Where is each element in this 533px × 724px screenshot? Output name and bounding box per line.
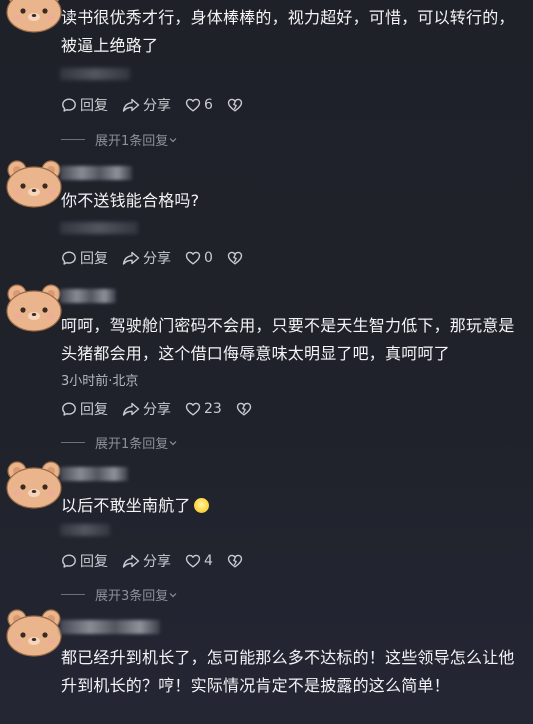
reply-button[interactable]: 回复 — [61, 551, 108, 571]
divider-line — [61, 442, 85, 443]
chevron-down-icon — [168, 438, 178, 448]
expand-replies-label: 展开1条回复 — [95, 134, 169, 149]
grinning-emoji-icon — [193, 498, 209, 513]
comment-actions: 回复 分享 23 — [61, 399, 269, 419]
share-label: 分享 — [143, 98, 171, 114]
dislike-button[interactable] — [227, 250, 246, 266]
divider-line — [61, 139, 85, 140]
comment-actions: 回复 分享 4 — [61, 551, 260, 571]
username-blurred[interactable] — [60, 467, 128, 481]
comment-actions: 回复 分享 6 — [61, 95, 260, 115]
expand-replies-label: 展开3条回复 — [95, 589, 169, 604]
share-label: 分享 — [143, 554, 171, 570]
reply-bubble-icon — [61, 553, 77, 569]
bear-avatar-icon[interactable] — [4, 281, 64, 333]
bear-avatar-icon[interactable] — [4, 0, 64, 34]
share-button[interactable]: 分享 — [122, 399, 171, 419]
heart-icon — [185, 553, 201, 569]
expand-replies-button[interactable]: 展开3条回复 — [61, 585, 178, 604]
username-blurred[interactable] — [60, 620, 160, 634]
share-arrow-icon — [122, 553, 140, 569]
dislike-heart-icon — [227, 553, 243, 569]
expand-replies-button[interactable]: 展开1条回复 — [61, 433, 178, 452]
reply-label: 回复 — [80, 251, 108, 267]
like-button[interactable]: 0 — [185, 250, 213, 266]
comment-text: 呵呵，驾驶舱门密码不会用，只要不是天生智力低下，那玩意是头猪都会用，这个借口侮辱… — [61, 316, 515, 363]
reply-label: 回复 — [80, 554, 108, 570]
comment-text: 都已经升到机长了，怎可能那么多不达标的！这些领导怎么让他升到机长的？哼！实际情况… — [61, 648, 515, 695]
comment-text: 以后不敢坐南航了 — [61, 492, 521, 520]
heart-icon — [185, 401, 201, 417]
comment-text-content: 以后不敢坐南航了 — [61, 496, 191, 515]
reply-bubble-icon — [61, 401, 77, 417]
share-arrow-icon — [122, 250, 140, 266]
reply-bubble-icon — [61, 250, 77, 266]
dislike-heart-icon — [236, 401, 252, 417]
like-button[interactable]: 23 — [185, 401, 222, 417]
heart-icon — [185, 250, 201, 266]
share-button[interactable]: 分享 — [122, 551, 171, 571]
reply-label: 回复 — [80, 98, 108, 114]
dislike-button[interactable] — [227, 553, 246, 569]
chevron-down-icon — [168, 135, 178, 145]
dislike-heart-icon — [227, 97, 243, 113]
username-blurred[interactable] — [60, 166, 132, 180]
comment-time-location: 3小时前·北京 — [61, 374, 139, 389]
comment-text: 读书很优秀才行，身体棒棒的，视力超好，可惜，可以转行的，被逼上绝路了 — [61, 8, 515, 55]
heart-icon — [185, 97, 201, 113]
dislike-heart-icon — [227, 250, 243, 266]
reply-label: 回复 — [80, 402, 108, 418]
share-label: 分享 — [143, 251, 171, 267]
bear-avatar-icon[interactable] — [4, 458, 64, 510]
like-button[interactable]: 6 — [185, 97, 213, 113]
share-button[interactable]: 分享 — [122, 248, 171, 268]
share-arrow-icon — [122, 97, 140, 113]
dislike-button[interactable] — [236, 401, 255, 417]
chevron-down-icon — [168, 590, 178, 600]
reply-bubble-icon — [61, 97, 77, 113]
like-count: 23 — [204, 401, 222, 417]
share-label: 分享 — [143, 402, 171, 418]
username-blurred[interactable] — [60, 289, 116, 303]
share-button[interactable]: 分享 — [122, 95, 171, 115]
expand-replies-button[interactable]: 展开1条回复 — [61, 130, 178, 149]
comment-text: 你不送钱能合格吗? — [61, 191, 200, 210]
comment-meta-blurred — [60, 68, 130, 80]
bear-avatar-icon[interactable] — [4, 157, 64, 209]
comment-meta-blurred — [60, 222, 138, 234]
reply-button[interactable]: 回复 — [61, 95, 108, 115]
like-button[interactable]: 4 — [185, 553, 213, 569]
share-arrow-icon — [122, 401, 140, 417]
comment-meta-blurred — [60, 524, 110, 536]
like-count: 4 — [204, 553, 213, 569]
bear-avatar-icon[interactable] — [4, 606, 64, 658]
expand-replies-label: 展开1条回复 — [95, 437, 169, 452]
comment-actions: 回复 分享 0 — [61, 248, 260, 268]
reply-button[interactable]: 回复 — [61, 248, 108, 268]
like-count: 6 — [204, 97, 213, 113]
divider-line — [61, 594, 85, 595]
dislike-button[interactable] — [227, 97, 246, 113]
reply-button[interactable]: 回复 — [61, 399, 108, 419]
like-count: 0 — [204, 250, 213, 266]
